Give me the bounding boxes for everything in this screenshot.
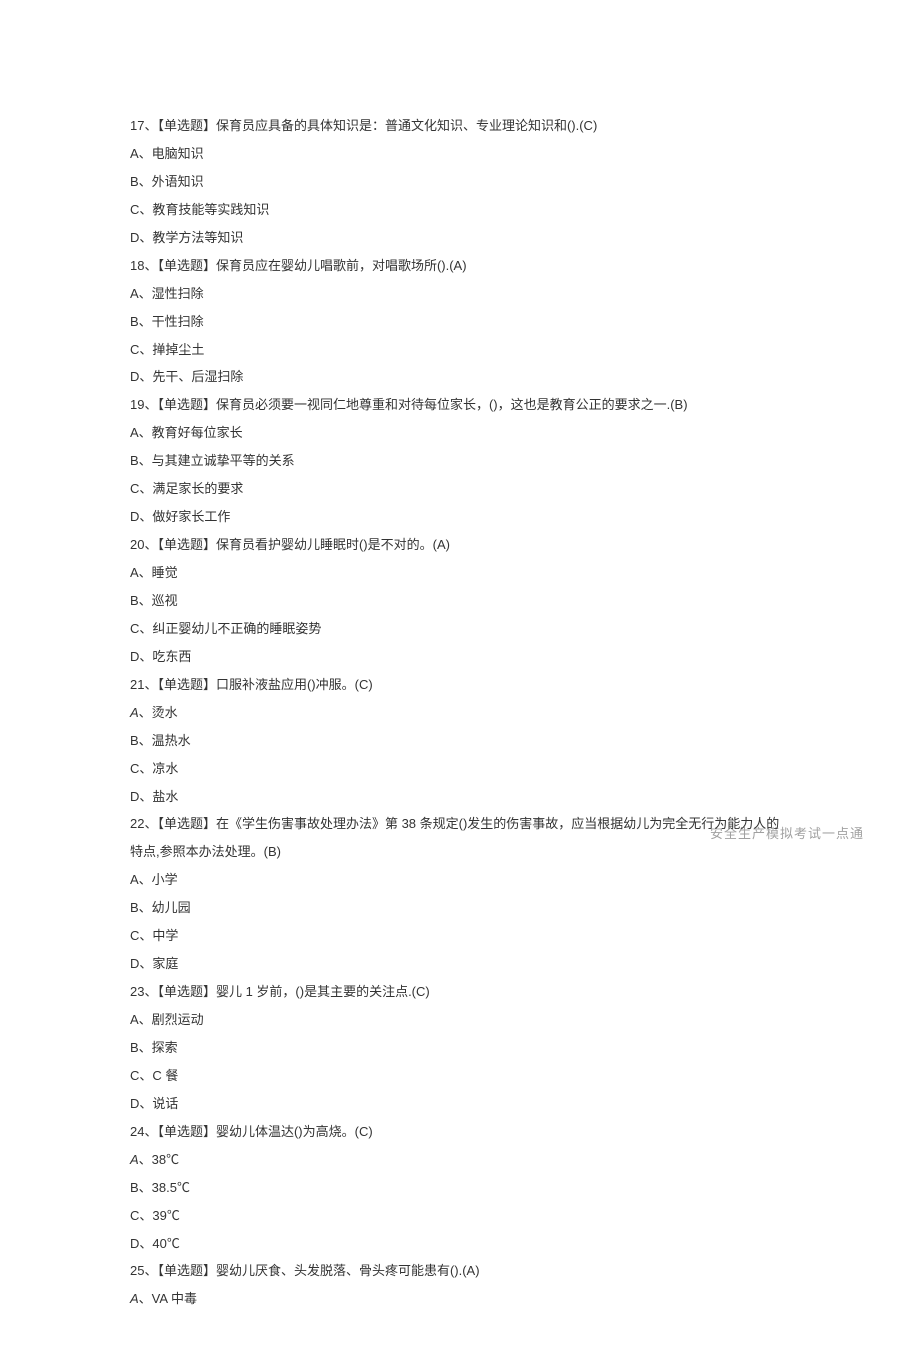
content-body: 17、【单选题】保育员应具备的具体知识是：普通文化知识、专业理论知识和().(C… — [130, 112, 790, 1313]
question-line: 19、【单选题】保育员必须要一视同仁地尊重和对待每位家长，()，这也是教育公正的… — [130, 391, 790, 419]
option-line: D、吃东西 — [130, 643, 790, 671]
question-line: 17、【单选题】保育员应具备的具体知识是：普通文化知识、专业理论知识和().(C… — [130, 112, 790, 140]
question-line: 21、【单选题】口服补液盐应用()冲服。(C) — [130, 671, 790, 699]
option-line: A、38℃ — [130, 1146, 790, 1174]
option-line: C、39℃ — [130, 1202, 790, 1230]
question-line: 18、【单选题】保育员应在婴幼儿唱歌前，对唱歌场所().(A) — [130, 252, 790, 280]
option-line: B、外语知识 — [130, 168, 790, 196]
question-line: 24、【单选题】婴幼儿体温达()为高烧。(C) — [130, 1118, 790, 1146]
option-line: C、掸掉尘土 — [130, 336, 790, 364]
question-line: 22、【单选题】在《学生伤害事故处理办法》第 38 条规定()发生的伤害事故，应… — [130, 810, 790, 866]
document-page: 安全生产模拟考试一点通 17、【单选题】保育员应具备的具体知识是：普通文化知识、… — [0, 0, 920, 1363]
option-line: A、烫水 — [130, 699, 790, 727]
option-line: B、探索 — [130, 1034, 790, 1062]
option-line: D、家庭 — [130, 950, 790, 978]
option-line: D、盐水 — [130, 783, 790, 811]
option-text: 、38℃ — [139, 1152, 179, 1167]
option-line: C、凉水 — [130, 755, 790, 783]
option-line: C、中学 — [130, 922, 790, 950]
option-line: B、巡视 — [130, 587, 790, 615]
option-line: A、小学 — [130, 866, 790, 894]
option-line: A、教育好每位家长 — [130, 419, 790, 447]
option-line: A、电脑知识 — [130, 140, 790, 168]
option-line: B、温热水 — [130, 727, 790, 755]
watermark-stamp: 安全生产模拟考试一点通 — [710, 820, 864, 848]
option-line: B、幼儿园 — [130, 894, 790, 922]
question-line: 23、【单选题】婴儿 1 岁前，()是其主要的关注点.(C) — [130, 978, 790, 1006]
option-letter: A — [130, 1291, 139, 1306]
option-line: D、40℃ — [130, 1230, 790, 1258]
option-line: D、说话 — [130, 1090, 790, 1118]
option-text: 、VA 中毒 — [139, 1291, 197, 1306]
option-line: A、湿性扫除 — [130, 280, 790, 308]
question-line: 20、【单选题】保育员看护婴幼儿睡眠时()是不对的。(A) — [130, 531, 790, 559]
option-line: A、VA 中毒 — [130, 1285, 790, 1313]
option-letter: A — [130, 705, 139, 720]
option-line: D、教学方法等知识 — [130, 224, 790, 252]
option-line: C、教育技能等实践知识 — [130, 196, 790, 224]
option-line: B、38.5℃ — [130, 1174, 790, 1202]
option-text: 、烫水 — [139, 705, 178, 720]
option-line: A、剧烈运动 — [130, 1006, 790, 1034]
option-letter: A — [130, 1152, 139, 1167]
option-line: B、干性扫除 — [130, 308, 790, 336]
option-line: D、先干、后湿扫除 — [130, 363, 790, 391]
option-line: C、纠正婴幼儿不正确的睡眠姿势 — [130, 615, 790, 643]
option-line: B、与其建立诚挚平等的关系 — [130, 447, 790, 475]
option-line: A、睡觉 — [130, 559, 790, 587]
option-line: C、满足家长的要求 — [130, 475, 790, 503]
option-line: D、做好家长工作 — [130, 503, 790, 531]
option-line: C、C 餐 — [130, 1062, 790, 1090]
question-line: 25、【单选题】婴幼儿厌食、头发脱落、骨头疼可能患有().(A) — [130, 1257, 790, 1285]
